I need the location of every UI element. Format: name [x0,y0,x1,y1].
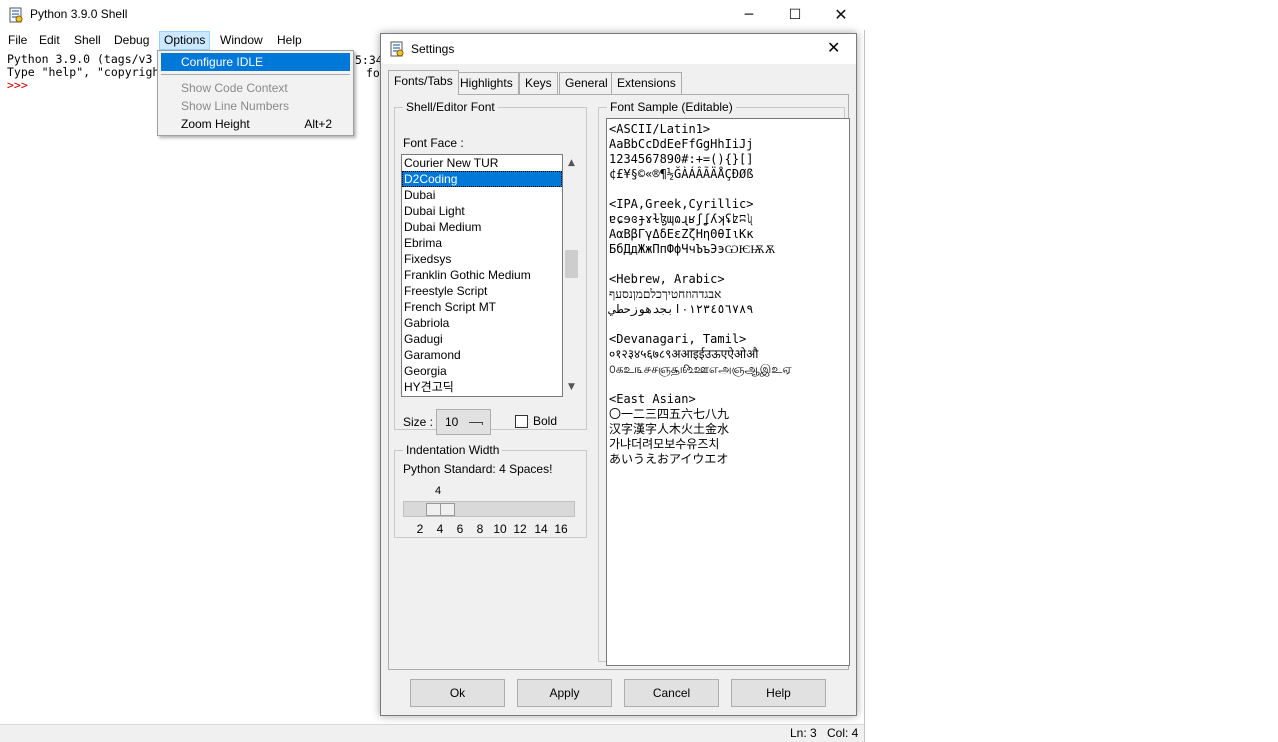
tab-fonts-tabs[interactable]: Fonts/Tabs [388,70,459,95]
font-list-item[interactable]: HY견고딕 [402,379,562,395]
tab-keys[interactable]: Keys [519,72,558,94]
font-list-item[interactable]: Gadugi [402,331,562,347]
indentation-width-group: Indentation Width Python Standard: 4 Spa… [394,443,587,538]
menu-edit[interactable]: Edit [35,31,64,50]
tab-general[interactable]: General [559,72,614,94]
settings-close-button[interactable]: ✕ [827,38,840,57]
menu-item-zoom-height[interactable]: Zoom Height Alt+2 [161,115,350,133]
status-line-number: Ln: 3 [790,726,817,740]
indent-slider-value: 4 [435,485,442,497]
menu-shell[interactable]: Shell [70,31,105,50]
slider-grip-line [440,504,441,515]
shell-window-title: Python 3.9.0 Shell [30,7,128,21]
shell-output[interactable]: Python 3.9.0 (tags/v3 Type "help", "copy… [7,53,159,92]
bold-label[interactable]: Bold [533,414,557,428]
indentation-width-group-label: Indentation Width [403,443,503,457]
indent-tick-label: 4 [436,522,444,536]
scroll-up-arrow-icon[interactable]: ▲ [563,156,580,170]
shell-editor-font-group-label: Shell/Editor Font [403,100,498,114]
status-column-number: Col: 4 [827,726,859,740]
shell-banner-line-1-tail: 5:34 [355,53,383,67]
zoom-height-shortcut: Alt+2 [304,117,332,131]
font-sample-textbox[interactable]: <ASCII/Latin1> AaBbCcDdEeFfGgHhIiJj 1234… [606,118,850,666]
font-size-label: Size : [403,415,434,429]
font-size-value: 10 [445,415,459,429]
shell-banner-line-2-tail: fo [366,66,380,80]
shell-prompt: >>> [7,78,28,92]
indent-tick-label: 12 [513,522,527,536]
font-size-option-menu[interactable]: 10 [436,409,491,435]
menu-item-show-line-numbers[interactable]: Show Line Numbers [161,97,350,115]
font-list-item[interactable]: Franklin Gothic Medium [402,267,562,283]
tab-extensions[interactable]: Extensions [611,72,682,94]
scrollbar-thumb[interactable] [565,250,578,278]
menu-item-zoom-height-label: Zoom Height [181,117,250,131]
settings-title: Settings [411,42,455,56]
help-button[interactable]: Help [731,679,826,707]
menu-separator [161,74,350,75]
font-face-label: Font Face : [403,136,464,150]
close-button[interactable]: ✕ [818,0,864,30]
menu-help[interactable]: Help [273,31,306,50]
cancel-button[interactable]: Cancel [624,679,719,707]
menu-file[interactable]: File [4,31,31,50]
indent-tick-label: 2 [416,522,424,536]
status-bar: Ln: 3 Col: 4 [0,724,864,742]
menu-window[interactable]: Window [216,31,267,50]
idle-app-icon [9,7,23,23]
apply-button[interactable]: Apply [517,679,612,707]
indent-tick-label: 14 [534,522,548,536]
tab-highlights[interactable]: Highlights [454,72,519,94]
indent-tick-label: 8 [476,522,484,536]
font-list-item[interactable]: Dubai [402,187,562,203]
maximize-button[interactable]: ☐ [772,0,818,30]
scroll-down-arrow-icon[interactable]: ▼ [563,380,580,394]
font-list-item[interactable]: Dubai Medium [402,219,562,235]
indent-standard-text: Python Standard: 4 Spaces! [403,462,553,476]
options-dropdown-menu: Configure IDLE Show Code Context Show Li… [157,50,354,136]
minimize-button[interactable]: ─ [726,0,772,30]
font-list-item[interactable]: Georgia [402,363,562,379]
menu-item-show-code-context[interactable]: Show Code Context [161,79,350,97]
font-sample-group-label: Font Sample (Editable) [607,100,736,114]
settings-dialog: Settings ✕ Shell/Editor Font Font Face :… [380,33,857,716]
font-list-item[interactable]: Freestyle Script [402,283,562,299]
indent-width-slider[interactable] [403,501,575,517]
menu-item-configure-idle[interactable]: Configure IDLE [161,53,350,71]
font-list-item[interactable]: Gabriola [402,315,562,331]
bold-checkbox[interactable] [515,415,528,428]
shell-banner-line-2: Type "help", "copyrigh [7,65,160,79]
font-list-item[interactable]: Courier New TUR [402,155,562,171]
font-list-item[interactable]: Ebrima [402,235,562,251]
shell-titlebar: Python 3.9.0 Shell ─ ☐ ✕ [0,0,865,30]
font-list-item[interactable]: Dubai Light [402,203,562,219]
settings-titlebar: Settings ✕ [381,34,856,64]
font-list-item[interactable]: Fixedsys [402,251,562,267]
menu-debug[interactable]: Debug [110,31,153,50]
fonts-tabs-panel: Shell/Editor Font Font Face : Courier Ne… [388,94,850,670]
menu-options[interactable]: Options [159,31,211,50]
shell-editor-font-group: Shell/Editor Font Font Face : Courier Ne… [394,100,587,435]
indent-slider-thumb[interactable] [426,503,455,516]
indent-tick-label: 10 [493,522,507,536]
font-face-listbox[interactable]: Courier New TUR D2Coding Dubai Dubai Lig… [401,154,563,397]
ok-button[interactable]: Ok [410,679,505,707]
font-list-item[interactable]: French Script MT [402,299,562,315]
font-list-item[interactable]: Garamond [402,347,562,363]
font-sample-group: Font Sample (Editable) <ASCII/Latin1> Aa… [598,100,850,666]
shell-banner-line-1: Python 3.9.0 (tags/v3 [7,52,153,66]
font-list-scrollbar[interactable]: ▲ ▼ [563,154,580,397]
font-list-item-selected[interactable]: D2Coding [402,171,562,187]
idle-app-icon [390,41,404,57]
indent-tick-label: 6 [456,522,464,536]
option-menu-indicator-icon [469,422,483,425]
indent-tick-label: 16 [554,522,568,536]
